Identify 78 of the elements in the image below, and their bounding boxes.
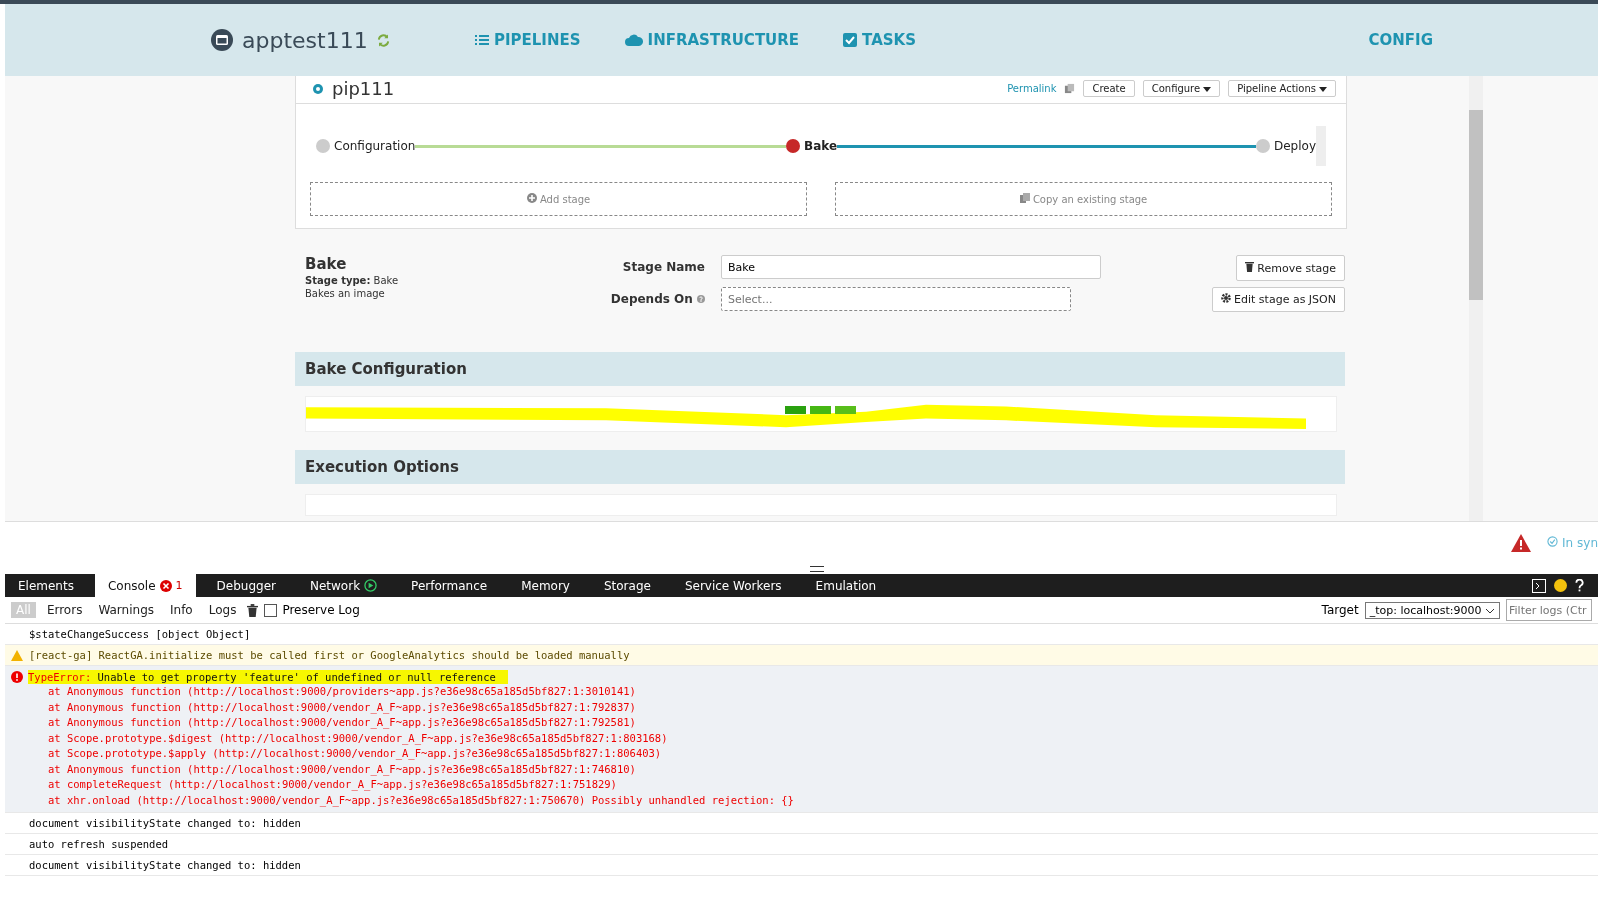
target-label: Target	[1321, 603, 1359, 617]
filter-button[interactable]: Warnings	[93, 602, 159, 618]
stack-trace-line: at Anonymous function (http://localhost:9000/vendor_A_F~app.js?e36e98c65a185d5bf827:1:792581)	[47, 715, 637, 731]
devtools-tab[interactable]: Network	[297, 574, 391, 597]
devtools-tab[interactable]: Debugger	[203, 574, 289, 597]
stage-action-button[interactable]: Add stage	[310, 182, 807, 216]
log-message: document visibilityState changed to: hidden	[5, 855, 1598, 876]
section-header: Execution Options	[295, 450, 1345, 484]
stage-node[interactable]: Deploy	[1255, 139, 1316, 153]
stage-title: Bake	[305, 255, 348, 273]
devtools-tab[interactable]: Performance	[398, 574, 501, 597]
stage-button[interactable]: Edit stage as JSON	[1211, 287, 1345, 312]
log-message: document visibilityState changed to: hidden	[5, 813, 1598, 834]
plus-icon	[526, 193, 537, 203]
help-icon[interactable]	[1575, 579, 1584, 592]
status-icon	[312, 82, 324, 95]
loading-indicator	[785, 406, 857, 414]
gear-icon	[1220, 293, 1231, 303]
stack-trace-line: at Anonymous function (http://localhost:9000/providers~app.js?e36e98c65a185d5bf827:1:3010141)	[47, 684, 637, 699]
warning-message: [react-ga] ReactGA.initialize must be called first or GoogleAnalytics should be loaded manually	[29, 649, 630, 661]
devtools-tab[interactable]: Storage	[590, 574, 664, 597]
field-label: Stage Name	[621, 260, 705, 274]
warning-icon[interactable]	[1511, 534, 1532, 552]
check-circle-icon	[1547, 536, 1559, 547]
stack-trace-line: at Anonymous function (http://localhost:9000/vendor_A_F~app.js?e36e98c65a185d5bf827:1:792837)	[47, 699, 637, 715]
caret-icon	[1485, 607, 1495, 614]
stack-trace-line: at Scope.prototype.$apply (http://localhost:9000/vendor_A_F~app.js?e36e98c65a185d5bf827:1:806403)	[47, 746, 663, 762]
stage-description: Bakes an image	[305, 288, 386, 299]
error-icon	[11, 671, 23, 683]
stage-node[interactable]: Configuration	[316, 139, 416, 153]
error-count: 1	[175, 579, 183, 592]
devtools-tab[interactable]: Emulation	[802, 574, 890, 597]
error-icon	[159, 579, 172, 592]
pipeline-action-button[interactable]: Create	[1083, 80, 1135, 97]
error-message: TypeError: Unable to get property 'feature' of undefined or null reference	[28, 670, 508, 684]
stack-trace-line: at Scope.prototype.$digest (http://localhost:9000/vendor_A_F~app.js?e36e98c65a185d5bf827:1:803168)	[47, 730, 669, 746]
app-icon	[210, 28, 234, 52]
trash-icon	[1244, 261, 1254, 272]
filter-logs-field[interactable]: Filter logs (Ctr	[1506, 599, 1592, 621]
cloud-icon	[624, 34, 643, 46]
stack-trace-line: at completeRequest (http://localhost:9000/vendor_A_F~app.js?e36e98c65a185d5bf827:1:751829)	[47, 777, 618, 793]
stage-button[interactable]: Remove stage	[1235, 255, 1345, 281]
devtools-tab[interactable]: Console 1	[94, 574, 196, 597]
filter-button[interactable]: Logs	[203, 602, 242, 618]
copy-icon	[1019, 193, 1030, 203]
filter-button[interactable]: Errors	[41, 602, 88, 618]
resize-handle[interactable]	[809, 566, 824, 572]
record-icon	[364, 579, 378, 592]
stage-action-button[interactable]: Copy an existing stage	[835, 182, 1332, 216]
copy-icon[interactable]	[1064, 83, 1076, 94]
devtools-tab[interactable]: Service Workers	[671, 574, 795, 597]
stage-node[interactable]: Bake	[786, 139, 838, 153]
pipeline-action-button[interactable]: Configure	[1142, 80, 1221, 97]
caret-icon	[1203, 86, 1212, 92]
devtools-tab[interactable]: Elements	[5, 574, 87, 597]
depends-on-field[interactable]: Select...	[721, 287, 1071, 311]
stack-trace-line: at Anonymous function (http://localhost:9000/vendor_A_F~app.js?e36e98c65a185d5bf827:1:746810)	[47, 761, 637, 777]
stage-type: Stage type: Bake	[305, 275, 400, 286]
devtools-tab[interactable]: Memory	[508, 574, 583, 597]
log-message: auto refresh suspended	[5, 834, 1598, 855]
section-header: Bake Configuration	[295, 352, 1345, 386]
terminal-icon[interactable]	[1532, 578, 1546, 593]
trash-icon[interactable]	[247, 603, 259, 617]
scrollbar[interactable]	[1469, 76, 1483, 521]
caret-icon	[1319, 86, 1327, 92]
stack-trace-line: at xhr.onload (http://localhost:9000/vendor_A_F~app.js?e36e98c65a185d5bf827:1:750670) Possibly unhandled rejection: {}	[47, 792, 795, 808]
pipeline-name: pip111	[332, 78, 395, 99]
pipeline-action-button[interactable]: Pipeline Actions	[1228, 80, 1336, 97]
preserve-log-checkbox[interactable]: Preserve Log	[264, 603, 360, 617]
permalink-link[interactable]: Permalink	[1007, 83, 1057, 94]
field-label: Depends On	[610, 292, 693, 306]
target-dropdown[interactable]: _top: localhost:9000	[1364, 601, 1500, 619]
stage-name-field[interactable]: Bake	[721, 255, 1101, 279]
checkbox-icon	[843, 33, 858, 47]
list-icon	[475, 34, 489, 46]
app-name: apptest111	[242, 27, 368, 53]
filter-button[interactable]: Info	[165, 602, 198, 618]
sync-status: In syn	[1562, 536, 1598, 550]
